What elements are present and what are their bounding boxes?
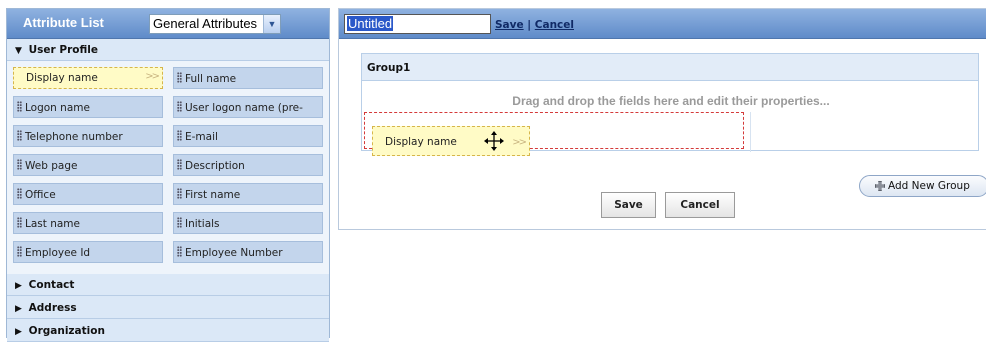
add-group-label: Add New Group xyxy=(888,180,970,192)
attribute-label: Initials xyxy=(185,218,220,230)
triangle-right-icon: ▶ xyxy=(15,281,22,291)
header-actions: Save | Cancel xyxy=(495,19,574,31)
attribute-user-logon-name-pre[interactable]: User logon name (pre- xyxy=(173,96,323,118)
drag-handle-icon xyxy=(177,246,182,257)
drag-handle-icon xyxy=(17,217,22,228)
attribute-label: First name xyxy=(185,189,241,201)
attribute-label: Description xyxy=(185,160,245,172)
plus-icon xyxy=(875,181,885,191)
drag-arrows-icon: >> xyxy=(145,71,160,82)
drag-handle-icon xyxy=(177,72,182,83)
form-header: Untitled Save | Cancel xyxy=(339,9,986,39)
attribute-description[interactable]: Description xyxy=(173,154,323,176)
attribute-web-page[interactable]: Web page xyxy=(13,154,163,176)
dragging-field-label: Display name xyxy=(385,136,457,148)
section-organization[interactable]: ▶ Organization xyxy=(7,320,329,342)
attribute-label: Office xyxy=(25,189,56,201)
attribute-last-name[interactable]: Last name xyxy=(13,212,163,234)
drag-handle-icon xyxy=(17,188,22,199)
attribute-display-name[interactable]: Display name >> xyxy=(13,67,163,89)
attribute-telephone-number[interactable]: Telephone number xyxy=(13,125,163,147)
drag-handle-icon xyxy=(17,130,22,141)
attribute-label: Full name xyxy=(185,73,237,85)
attribute-label: Display name xyxy=(26,72,98,84)
attribute-label: Web page xyxy=(25,160,78,172)
attribute-initials[interactable]: Initials xyxy=(173,212,323,234)
attribute-employee-number[interactable]: Employee Number xyxy=(173,241,323,263)
section-contact[interactable]: ▶ Contact xyxy=(7,274,329,296)
attribute-label: User logon name (pre- xyxy=(185,102,303,114)
attribute-category-select[interactable]: General Attributes ▼ xyxy=(149,14,281,34)
drop-hint-text: Drag and drop the fields here and edit t… xyxy=(512,94,830,108)
drag-handle-icon xyxy=(17,101,22,112)
triangle-right-icon: ▶ xyxy=(15,327,22,337)
section-label: Contact xyxy=(28,279,75,291)
attribute-list-panel: Attribute List General Attributes ▼ ▼ Us… xyxy=(6,8,330,342)
form-title-value: Untitled xyxy=(347,16,394,31)
triangle-right-icon: ▶ xyxy=(15,304,22,314)
drag-handle-icon xyxy=(17,159,22,170)
attribute-category-value: General Attributes xyxy=(153,16,258,31)
link-separator: | xyxy=(527,19,532,31)
attribute-employee-id[interactable]: Employee Id xyxy=(13,241,163,263)
attribute-label: Last name xyxy=(25,218,80,230)
attribute-logon-name[interactable]: Logon name xyxy=(13,96,163,118)
attribute-label: E-mail xyxy=(185,131,218,143)
attribute-email[interactable]: E-mail xyxy=(173,125,323,147)
drag-handle-icon xyxy=(177,101,182,112)
attribute-label: Telephone number xyxy=(25,131,123,143)
form-designer-panel: Untitled Save | Cancel Group1 Drag and d… xyxy=(338,8,986,230)
user-profile-attributes: Display name >> Full name Logon name Use… xyxy=(7,61,329,279)
column-divider xyxy=(750,112,751,152)
dragging-field-display-name[interactable]: Display name >> xyxy=(372,126,530,156)
attribute-full-name[interactable]: Full name xyxy=(173,67,323,89)
drag-arrows-icon: >> xyxy=(512,137,527,148)
drag-handle-icon xyxy=(177,217,182,228)
group-title[interactable]: Group1 xyxy=(362,54,978,81)
attribute-office[interactable]: Office xyxy=(13,183,163,205)
attribute-label: Logon name xyxy=(25,102,90,114)
header-cancel-link[interactable]: Cancel xyxy=(535,19,574,31)
section-label: User Profile xyxy=(28,44,98,56)
section-label: Organization xyxy=(28,325,105,337)
drag-handle-icon xyxy=(177,159,182,170)
attribute-list-title: Attribute List xyxy=(23,15,104,30)
triangle-down-icon: ▼ xyxy=(15,46,22,56)
move-cursor-icon xyxy=(484,131,504,151)
form-title-input[interactable]: Untitled xyxy=(344,14,491,34)
attribute-label: Employee Number xyxy=(185,247,283,259)
add-new-group-button[interactable]: Add New Group xyxy=(859,175,986,197)
drag-handle-icon xyxy=(177,188,182,199)
attribute-list-header: Attribute List General Attributes ▼ xyxy=(7,9,329,39)
attribute-label: Employee Id xyxy=(25,247,91,259)
save-button[interactable]: Save xyxy=(601,192,656,218)
cancel-button[interactable]: Cancel xyxy=(665,192,735,218)
drag-handle-icon xyxy=(17,246,22,257)
drag-handle-icon xyxy=(177,130,182,141)
section-label: Address xyxy=(28,302,77,314)
header-save-link[interactable]: Save xyxy=(495,19,524,31)
section-address[interactable]: ▶ Address xyxy=(7,297,329,319)
attribute-first-name[interactable]: First name xyxy=(173,183,323,205)
section-user-profile[interactable]: ▼ User Profile xyxy=(7,39,329,61)
chevron-down-icon[interactable]: ▼ xyxy=(263,15,280,33)
